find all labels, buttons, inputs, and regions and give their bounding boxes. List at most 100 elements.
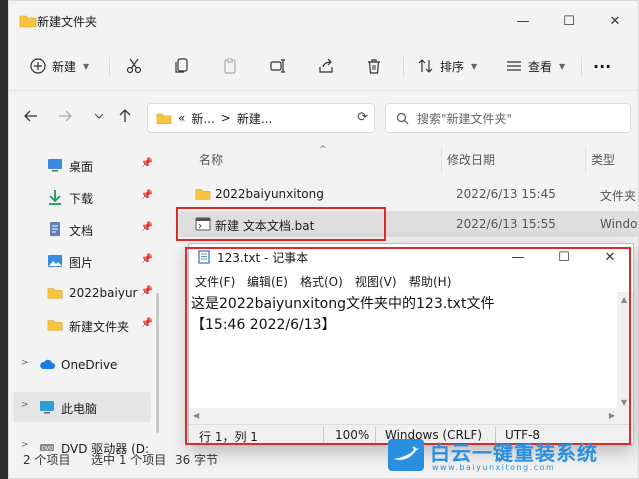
menu-help[interactable]: 帮助(H): [409, 273, 451, 290]
menu-edit[interactable]: 编辑(E): [247, 273, 288, 290]
sidebar-item-pictures[interactable]: 图片 📌: [9, 246, 157, 276]
navigation-pane: 桌面 📌 下载 📌 文档 📌 图片 📌 2022baiyur 📌 新建文件夹 📌: [9, 141, 159, 456]
sidebar-item-new-folder[interactable]: 新建文件夹 📌: [9, 310, 157, 340]
sort-button[interactable]: 排序 ▼: [417, 53, 477, 79]
sidebar-item-desktop[interactable]: 桌面 📌: [9, 150, 157, 180]
chevron-right-icon[interactable]: >: [21, 400, 29, 410]
sidebar-item-this-pc[interactable]: > 此电脑: [13, 392, 151, 422]
selection-count: 选中 1 个项目: [91, 453, 167, 467]
chevron-right-icon[interactable]: >: [21, 358, 29, 368]
pin-icon[interactable]: 📌: [141, 318, 153, 329]
maximize-button[interactable]: ☐: [541, 244, 587, 270]
vertical-scrollbar[interactable]: ▲ ▼: [617, 292, 633, 410]
overflow-chevrons[interactable]: «: [178, 111, 185, 125]
cursor-position: 行 1，列 1: [199, 430, 258, 444]
watermark-brand: 白云一键重装系统: [430, 441, 598, 465]
column-header-name[interactable]: 名称: [199, 151, 223, 168]
scroll-down-icon[interactable]: ▼: [621, 398, 627, 407]
back-arrow-icon[interactable]: [21, 106, 41, 126]
file-date: 2022/6/13 15:45: [456, 187, 556, 201]
command-bar: 新建 ▼ 排序 ▼ 查看 ▼ ···: [9, 41, 638, 91]
notepad-window-controls: — ☐ ✕: [495, 244, 633, 270]
view-label: 查看: [528, 59, 553, 74]
sidebar-item-documents[interactable]: 文档 📌: [9, 214, 157, 244]
sidebar-item-2022baiyur[interactable]: 2022baiyur 📌: [9, 278, 157, 308]
pin-icon[interactable]: 📌: [141, 254, 153, 265]
forward-arrow-icon[interactable]: [55, 106, 75, 126]
pin-icon[interactable]: 📌: [141, 190, 153, 201]
minimize-button[interactable]: —: [500, 1, 546, 41]
sidebar-scrollbar[interactable]: [156, 293, 159, 433]
scroll-right-icon[interactable]: ▶: [609, 411, 615, 420]
menu-view[interactable]: 视图(V): [355, 273, 397, 290]
view-button[interactable]: 查看 ▼: [505, 53, 565, 79]
picture-icon: [48, 255, 62, 267]
file-type: 文件夹: [600, 189, 637, 203]
minimize-button[interactable]: —: [495, 244, 541, 270]
folder-icon: [47, 288, 63, 299]
file-row-selected[interactable]: 新建 文本文档.bat 2022/6/13 15:55 Window: [179, 211, 638, 237]
new-button[interactable]: 新建 ▼: [29, 53, 89, 79]
file-name: 新建 文本文档.bat: [215, 219, 315, 233]
menu-format[interactable]: 格式(O): [300, 273, 343, 290]
cloud-icon: [40, 359, 55, 369]
column-header-type[interactable]: 类型: [591, 151, 615, 168]
sidebar-item-downloads[interactable]: 下载 📌: [9, 182, 157, 212]
view-list-icon: [505, 57, 523, 75]
clipboard-icon: [221, 57, 239, 75]
scissors-icon: [125, 57, 143, 75]
scrollbar-corner: [617, 408, 633, 424]
search-box[interactable]: 搜索"新建文件夹": [385, 103, 631, 133]
horizontal-scrollbar[interactable]: ◀ ▶: [189, 408, 619, 424]
sidebar-item-onedrive[interactable]: > OneDrive: [9, 350, 157, 380]
share-button[interactable]: [317, 53, 335, 79]
notepad-menu-bar: 文件(F) 编辑(E) 格式(O) 视图(V) 帮助(H): [189, 270, 633, 292]
breadcrumb-item[interactable]: 新建...: [237, 110, 272, 127]
pin-icon[interactable]: 📌: [141, 286, 153, 297]
more-options-button[interactable]: ···: [593, 53, 611, 79]
refresh-icon[interactable]: ⟳: [357, 110, 368, 125]
title-bar: 新建文件夹 — ☐ ✕: [9, 1, 638, 41]
rename-button[interactable]: [269, 53, 287, 79]
window-title: 新建文件夹: [37, 15, 98, 29]
cut-button[interactable]: [125, 53, 143, 79]
item-count: 2 个项目: [23, 453, 71, 467]
column-divider[interactable]: [585, 147, 586, 173]
close-button[interactable]: ✕: [592, 1, 638, 41]
trash-icon: [365, 57, 383, 75]
copy-button[interactable]: [173, 53, 191, 79]
download-icon: [49, 190, 61, 205]
breadcrumb-item[interactable]: 新...: [191, 110, 214, 127]
pin-icon[interactable]: 📌: [141, 158, 153, 169]
navigation-row: « 新... > 新建... ⟳ 搜索"新建文件夹": [9, 91, 638, 141]
maximize-button[interactable]: ☐: [546, 1, 592, 41]
copy-icon: [173, 57, 191, 75]
paste-button[interactable]: [221, 53, 239, 79]
new-label: 新建: [52, 59, 77, 74]
plus-circle-icon: [29, 57, 47, 75]
scroll-left-icon[interactable]: ◀: [193, 411, 199, 420]
breadcrumb-separator: >: [220, 111, 231, 125]
column-divider[interactable]: [441, 147, 442, 173]
column-header-modified[interactable]: 修改日期: [447, 151, 495, 168]
menu-file[interactable]: 文件(F): [195, 273, 235, 290]
search-icon: [396, 112, 409, 124]
delete-button[interactable]: [365, 53, 383, 79]
address-bar[interactable]: « 新... > 新建... ⟳: [147, 103, 375, 133]
zoom-level: 100%: [335, 428, 370, 442]
close-button[interactable]: ✕: [587, 244, 633, 270]
chevron-down-icon[interactable]: [89, 106, 109, 126]
file-type: Window: [600, 217, 638, 231]
scroll-up-icon[interactable]: ▲: [621, 295, 627, 304]
up-arrow-icon[interactable]: [115, 106, 135, 126]
folder-icon: [19, 15, 37, 28]
watermark-logo: 白云一键重装系统 www.baiyunxitong.com: [384, 437, 634, 475]
notepad-text-area[interactable]: 这是2022baiyunxitong文件夹中的123.txt文件 【15:46 …: [189, 292, 603, 408]
watermark-url: www.baiyunxitong.com: [432, 463, 556, 472]
chevron-down-icon: ▼: [471, 61, 478, 71]
pin-icon[interactable]: 📌: [141, 222, 153, 233]
divider: [375, 427, 376, 443]
notepad-window: 123.txt - 记事本 — ☐ ✕ 文件(F) 编辑(E) 格式(O) 视图…: [188, 243, 634, 445]
file-row[interactable]: 2022baiyunxitong 2022/6/13 15:45 文件夹: [179, 181, 638, 207]
divider: [323, 427, 324, 443]
